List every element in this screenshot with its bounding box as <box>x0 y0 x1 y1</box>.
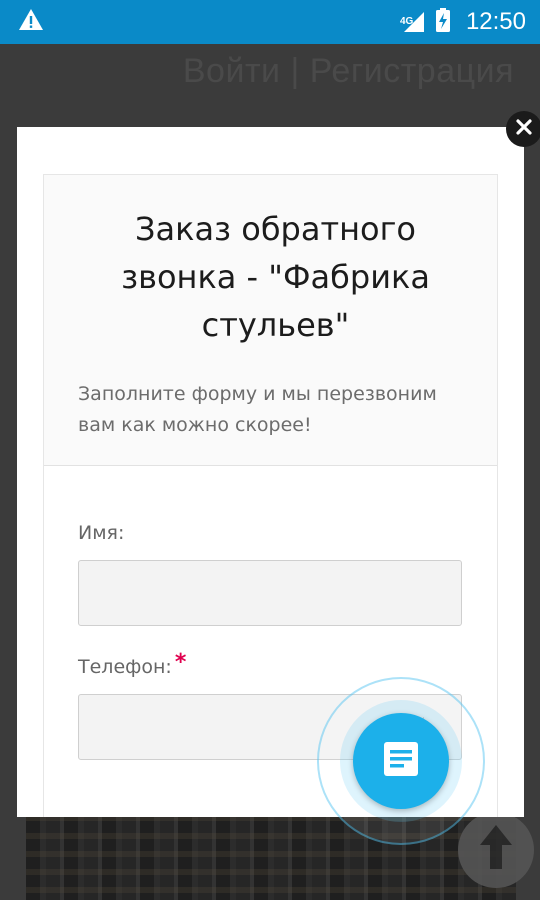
form-title: Заказ обратного звонка - "Фабрика стулье… <box>121 210 430 344</box>
callback-fab-button[interactable] <box>353 713 449 809</box>
name-label-text: Имя: <box>78 522 125 544</box>
form-icon <box>382 740 420 782</box>
form-header: Заказ обратного звонка - "Фабрика стулье… <box>44 175 497 466</box>
name-label: Имя: <box>78 522 463 550</box>
close-icon <box>516 119 532 139</box>
warning-icon <box>18 8 44 36</box>
battery-charging-icon <box>435 8 450 36</box>
status-bar: 4G 12:50 <box>0 0 540 44</box>
close-button[interactable] <box>506 111 540 147</box>
clock: 12:50 <box>465 8 526 35</box>
phone-label-text: Телефон: <box>78 656 172 678</box>
form-description: Заполните форму и мы перезвоним вам как … <box>78 383 437 436</box>
scroll-to-top-button[interactable] <box>458 812 534 888</box>
auth-link[interactable]: Войти | Регистрация <box>183 52 514 91</box>
signal-icon: 4G <box>400 10 426 34</box>
name-input[interactable] <box>78 560 462 626</box>
arrow-up-icon <box>476 823 516 877</box>
required-mark: * <box>174 650 187 675</box>
